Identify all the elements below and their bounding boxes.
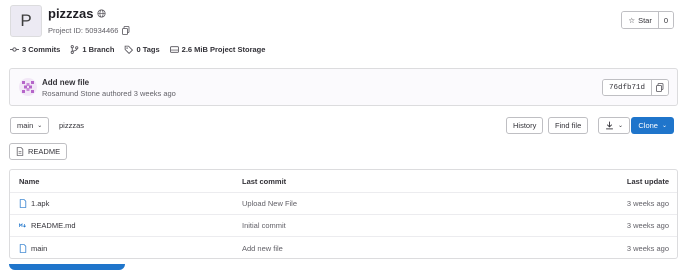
commit-meta: Rosamund Stone authored 3 weeks ago [42,89,176,98]
tags-stat[interactable]: 0 Tags [124,45,160,54]
file-last-commit[interactable]: Add new file [242,244,283,253]
project-title: pizzzas [48,6,106,21]
star-button[interactable]: ☆ Star [622,12,659,28]
branch-selector[interactable]: main ⌄ [10,117,50,134]
commit-sha[interactable]: 76dfb71d [602,80,652,95]
history-button[interactable]: History [506,117,544,134]
project-stats: 3 Commits 1 Branch 0 Tags 2.6 MiB Projec… [10,45,265,54]
file-table: Name Last commit Last update 1.apk Uploa… [9,169,678,259]
star-count[interactable]: 0 [658,12,673,28]
readme-button[interactable]: README [9,143,68,160]
history-label: History [513,121,537,130]
file-last-update: 3 weeks ago [626,199,669,208]
author-avatar[interactable] [19,78,37,96]
globe-icon [96,9,106,18]
table-row[interactable]: main Add new file 3 weeks ago [10,237,677,258]
find-file-button[interactable]: Find file [548,117,589,134]
file-last-commit[interactable]: Initial commit [242,221,286,230]
project-avatar-letter: P [20,11,32,30]
star-label: Star [638,15,652,25]
file-name: 1.apk [31,199,50,208]
file-name: main [31,243,48,253]
commits-count: 3 Commits [22,45,61,54]
file-last-commit[interactable]: Upload New File [242,199,297,208]
file-last-update: 3 weeks ago [626,221,669,230]
file-name: README.md [31,221,76,230]
chevron-down-icon: ⌄ [618,123,624,129]
star-control: ☆ Star 0 [621,11,674,29]
copy-icon [656,83,664,92]
chevron-down-icon: ⌄ [37,123,43,129]
branches-count: 1 Branch [82,45,115,54]
header-name: Name [19,176,40,186]
last-commit-panel: Add new file Rosamund Stone authored 3 w… [9,68,678,106]
tag-icon [125,45,134,54]
markdown-icon [19,223,26,228]
storage-stat[interactable]: 2.6 MiB Project Storage [169,45,266,54]
breadcrumb[interactable]: pizzzas [59,121,84,130]
readme-label: README [28,147,61,156]
bottom-action-bar[interactable] [9,264,125,270]
copy-sha-button[interactable] [652,80,668,95]
copy-icon[interactable] [122,26,130,35]
download-button[interactable]: ⌄ [598,117,631,134]
table-row[interactable]: 1.apk Upload New File 3 weeks ago [10,193,677,215]
commits-stat[interactable]: 3 Commits [10,45,60,54]
table-header: Name Last commit Last update [10,170,677,193]
storage-size: 2.6 MiB Project Storage [181,45,266,54]
file-icon [16,147,24,156]
branch-icon [71,45,79,54]
commit-icon [10,47,19,52]
commit-sha-control: 76dfb71d [601,79,669,96]
header-last-update: Last update [626,176,669,186]
file-name-cell[interactable]: 1.apk [19,199,49,208]
find-file-label: Find file [555,121,582,130]
chevron-down-icon: ⌄ [661,123,667,129]
project-id-text: Project ID: 50934466 [48,26,119,35]
commit-title[interactable]: Add new file [42,78,89,87]
tags-count: 0 Tags [136,45,160,54]
clone-button[interactable]: Clone ⌄ [631,117,674,134]
branches-stat[interactable]: 1 Branch [70,45,114,54]
file-name-cell[interactable]: README.md [19,221,76,230]
header-last-commit: Last commit [242,176,287,186]
file-icon [19,243,27,253]
clone-label: Clone [638,121,658,130]
branch-name: main [17,121,34,130]
project-name[interactable]: pizzzas [48,6,94,21]
project-id: Project ID: 50934466 [48,26,130,35]
download-icon [606,121,613,130]
file-icon [19,199,27,208]
table-row[interactable]: README.md Initial commit 3 weeks ago [10,215,677,237]
file-name-cell[interactable]: main [19,244,47,253]
storage-icon [169,46,179,53]
star-icon: ☆ [628,15,636,25]
identicon-icon [22,81,34,93]
file-last-update: 3 weeks ago [626,243,669,253]
project-avatar[interactable]: P [10,5,42,37]
